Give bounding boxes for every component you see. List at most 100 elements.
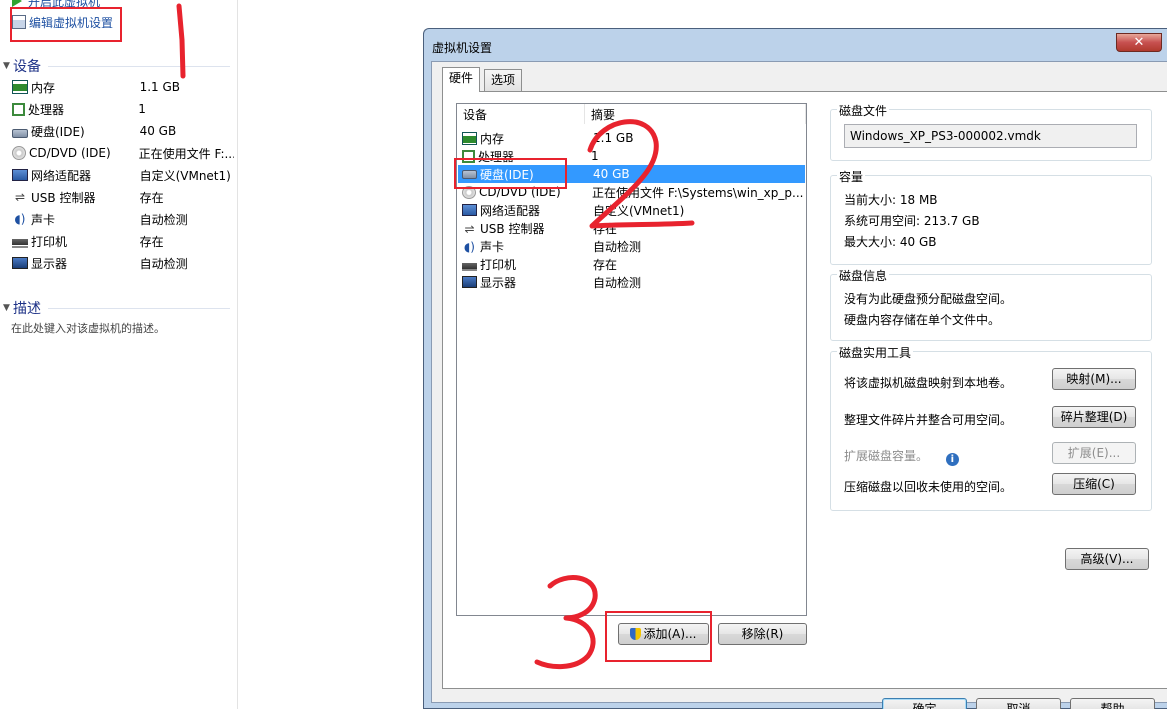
expand-disk-label: 扩展磁盘容量。 — [844, 449, 929, 463]
hard-disk-icon — [12, 128, 28, 138]
advanced-button[interactable]: 高级(V)... — [1065, 548, 1149, 570]
tab-options[interactable]: 选项 — [484, 69, 523, 91]
description-field[interactable]: 在此处键入对该虚拟机的描述。 — [11, 320, 165, 336]
disk-utilities-group: 磁盘实用工具 将该虚拟机磁盘映射到本地卷。 映射(M)... 整理文件碎片并整合… — [830, 344, 1152, 511]
row-summary: 存在 — [593, 221, 618, 236]
memory-icon — [462, 131, 477, 145]
row-device-name: 显示器 — [480, 275, 517, 290]
printer-icon — [462, 257, 477, 271]
usb-icon: ⇌ — [464, 221, 475, 236]
vm-settings-dialog: 虚拟机设置 ✕ 硬件 选项 设备 摘要 内存 1.1 GB 处理器 1 硬盘(I… — [423, 28, 1167, 709]
display-icon — [12, 257, 28, 269]
vm-device-row-printer[interactable]: 打印机 存在 — [12, 230, 234, 252]
printer-icon — [12, 234, 28, 248]
disk-utilities-title: 磁盘实用工具 — [837, 344, 914, 361]
devices-section-header[interactable]: ▼ 设备 — [0, 56, 41, 76]
row-summary: 1.1 GB — [593, 131, 634, 145]
capacity-group: 容量 当前大小: 18 MB 系统可用空间: 213.7 GB 最大大小: 40… — [830, 168, 1152, 265]
cd-dvd-icon — [12, 146, 26, 160]
row-summary: 存在 — [593, 257, 618, 272]
vm-device-row-hard-disk[interactable]: 硬盘(IDE) 40 GB — [12, 120, 234, 142]
device-value: 存在 — [139, 190, 164, 205]
device-list-row-printer[interactable]: 打印机 存在 — [458, 255, 805, 273]
row-device-name: 内存 — [480, 131, 505, 146]
disk-info-title: 磁盘信息 — [837, 267, 890, 284]
annotation-box-edit-settings — [10, 7, 122, 42]
help-button[interactable]: 帮助 — [1070, 698, 1155, 709]
device-list-row-sound[interactable]: ◖) 声卡 自动检测 — [458, 237, 805, 255]
row-summary: 40 GB — [593, 167, 630, 181]
collapse-arrow-icon: ▼ — [3, 303, 10, 313]
row-summary: 自动检测 — [593, 239, 642, 254]
max-size-text: 最大大小: 40 GB — [844, 235, 937, 249]
row-summary: 1 — [591, 149, 599, 163]
ok-button[interactable]: 确定 — [882, 698, 967, 709]
disk-info-line-1: 没有为此硬盘预分配磁盘空间。 — [844, 292, 1013, 306]
compact-text: 压缩磁盘以回收未使用的空间。 — [844, 480, 1013, 494]
vm-device-row-cd-dvd[interactable]: CD/DVD (IDE) 正在使用文件 F:... — [12, 142, 234, 164]
tab-hardware[interactable]: 硬件 — [442, 67, 481, 92]
expand-button[interactable]: 扩展(E)... — [1052, 442, 1136, 464]
current-size-text: 当前大小: 18 MB — [844, 193, 938, 207]
device-value: 自动检测 — [139, 256, 188, 271]
annotation-box-hard-disk — [454, 158, 567, 189]
row-device-name: 声卡 — [480, 239, 505, 254]
sound-card-icon: ◖) — [463, 239, 475, 254]
network-adapter-icon — [462, 204, 477, 216]
disk-file-group: 磁盘文件 Windows_XP_PS3-000002.vmdk — [830, 102, 1152, 161]
device-value: 自定义(VMnet1) — [139, 168, 231, 183]
row-summary: 自动检测 — [593, 275, 642, 290]
defrag-text: 整理文件碎片并整合可用空间。 — [844, 413, 1013, 427]
row-device-name: USB 控制器 — [480, 221, 545, 236]
compact-button[interactable]: 压缩(C) — [1052, 473, 1136, 495]
device-name: 处理器 — [28, 102, 65, 117]
cpu-icon — [12, 102, 25, 116]
row-summary: 正在使用文件 F:\Systems\win_xp_p... — [592, 185, 804, 200]
description-section-header[interactable]: ▼ 描述 — [0, 298, 41, 318]
disk-info-group: 磁盘信息 没有为此硬盘预分配磁盘空间。 硬盘内容存储在单个文件中。 — [830, 267, 1152, 341]
device-name: 网络适配器 — [31, 168, 92, 183]
sound-card-icon: ◖) — [14, 212, 26, 226]
row-device-name: 打印机 — [480, 257, 517, 272]
vm-device-row-display[interactable]: 显示器 自动检测 — [12, 252, 234, 274]
device-value: 正在使用文件 F:... — [138, 146, 234, 161]
vm-device-row-network[interactable]: 网络适配器 自定义(VMnet1) — [12, 164, 234, 186]
section-divider — [48, 66, 230, 67]
vm-device-row-sound[interactable]: ◖) 声卡 自动检测 — [12, 208, 234, 230]
device-value: 存在 — [139, 234, 164, 249]
column-header-summary[interactable]: 摘要 — [585, 104, 806, 124]
system-free-space-text: 系统可用空间: 213.7 GB — [844, 214, 980, 228]
usb-icon: ⇌ — [14, 190, 26, 204]
vm-device-row-cpu[interactable]: 处理器 1 — [12, 98, 234, 120]
collapse-arrow-icon: ▼ — [3, 61, 10, 71]
device-name: CD/DVD (IDE) — [29, 146, 111, 160]
row-summary: 自定义(VMnet1) — [593, 203, 685, 218]
expand-disk-text: 扩展磁盘容量。 i — [844, 447, 959, 466]
info-icon[interactable]: i — [945, 453, 959, 466]
section-divider — [48, 308, 230, 309]
disk-file-field[interactable]: Windows_XP_PS3-000002.vmdk — [844, 124, 1137, 148]
remove-hardware-button[interactable]: 移除(R) — [718, 623, 807, 645]
device-value: 自动检测 — [139, 212, 188, 227]
device-name: 声卡 — [31, 212, 56, 227]
close-button[interactable]: ✕ — [1116, 33, 1162, 52]
display-icon — [462, 276, 477, 288]
row-device-name: 网络适配器 — [480, 203, 541, 218]
device-value: 1 — [138, 102, 146, 116]
network-adapter-icon — [12, 169, 28, 181]
device-list-row-memory[interactable]: 内存 1.1 GB — [458, 129, 805, 147]
column-header-device[interactable]: 设备 — [457, 104, 585, 124]
vm-device-row-usb[interactable]: ⇌ USB 控制器 存在 — [12, 186, 234, 208]
disk-info-line-2: 硬盘内容存储在单个文件中。 — [844, 313, 1001, 327]
map-disk-text: 将该虚拟机磁盘映射到本地卷。 — [844, 376, 1013, 390]
annotation-box-add-button — [605, 611, 712, 662]
cancel-button[interactable]: 取消 — [976, 698, 1061, 709]
defragment-button[interactable]: 碎片整理(D) — [1052, 406, 1136, 428]
vm-device-row-memory[interactable]: 内存 1.1 GB — [12, 76, 234, 98]
device-list-row-network[interactable]: 网络适配器 自定义(VMnet1) — [458, 201, 805, 219]
device-list-row-display[interactable]: 显示器 自动检测 — [458, 273, 805, 291]
device-value: 40 GB — [139, 124, 177, 138]
map-button[interactable]: 映射(M)... — [1052, 368, 1136, 390]
device-list-row-usb[interactable]: ⇌ USB 控制器 存在 — [458, 219, 805, 237]
device-name: 内存 — [31, 80, 56, 95]
